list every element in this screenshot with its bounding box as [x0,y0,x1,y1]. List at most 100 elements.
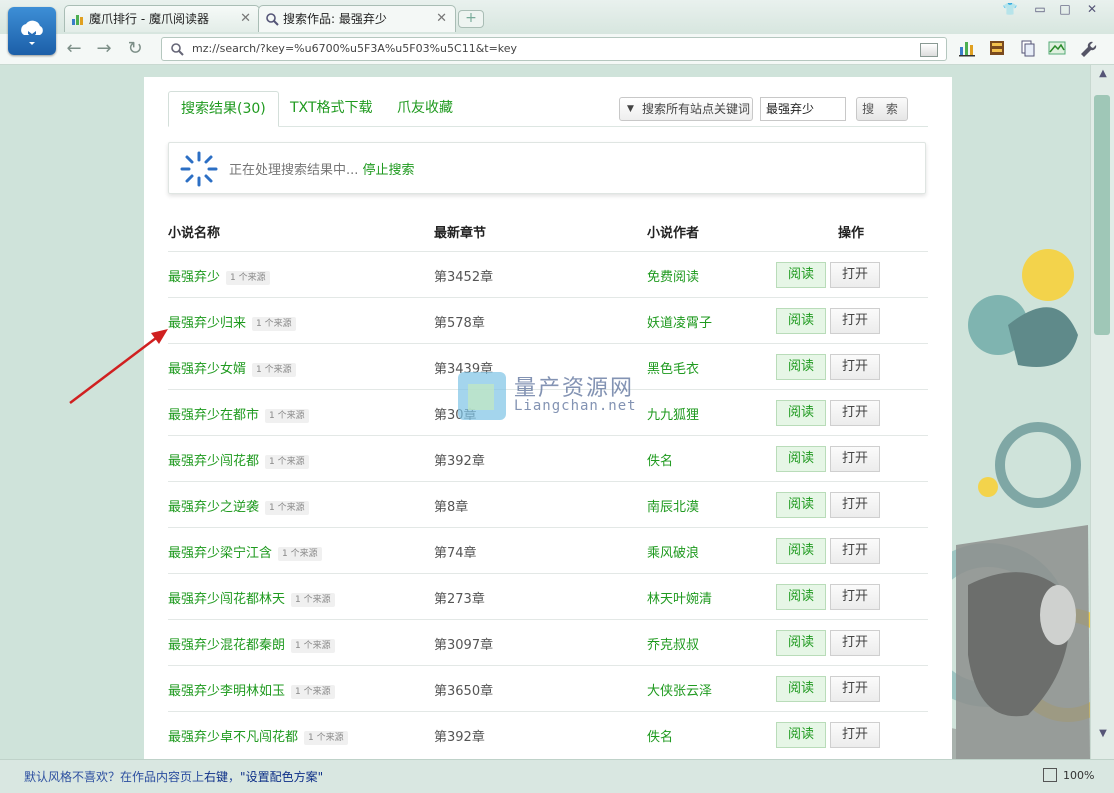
back-icon[interactable]: ← [62,37,86,61]
novel-name-link[interactable]: 最强弃少闯花都 1 个来源 [168,450,309,469]
source-count-badge: 1 个来源 [291,685,335,699]
keyword-input[interactable]: 最强弃少 [760,97,846,121]
open-button[interactable]: 打开 [830,262,880,288]
header-author: 小说作者 [647,226,700,241]
latest-chapter: 第392章 [434,730,485,745]
stop-search-link[interactable]: 停止搜索 [363,163,415,178]
source-count-badge: 1 个来源 [265,409,309,423]
latest-chapter: 第74章 [434,546,477,561]
read-button[interactable]: 阅读 [776,400,826,426]
open-button[interactable]: 打开 [830,538,880,564]
table-row: 最强弃少混花都秦朗 1 个来源 第3097章 乔克叔叔 阅读 打开 [168,619,928,666]
status-text: 正在处理搜索结果中... 停止搜索 [229,163,415,178]
source-count-badge: 1 个来源 [291,593,335,607]
author-link[interactable]: 南辰北漠 [647,496,699,515]
zoom-level[interactable]: 100% [1063,769,1094,782]
open-button[interactable]: 打开 [830,676,880,702]
address-bar[interactable]: mz://search/?key=%u6700%u5F3A%u5F03%u5C1… [161,37,947,61]
search-icon [171,43,184,56]
zoom-icon[interactable] [1043,768,1057,782]
source-count-badge: 1 个来源 [278,547,322,561]
open-button[interactable]: 打开 [830,722,880,748]
read-button[interactable]: 阅读 [776,630,826,656]
maximize-icon[interactable]: □ [1055,2,1075,16]
page-mode-icon[interactable] [920,43,938,57]
table-row: 最强弃少 1 个来源 第3452章 免费阅读 阅读 打开 [168,251,928,298]
read-button[interactable]: 阅读 [776,262,826,288]
app-logo[interactable] [8,7,56,55]
scroll-up-icon[interactable]: ▲ [1091,65,1114,83]
author-link[interactable]: 林天叶婉清 [647,588,712,607]
tab-txt-download[interactable]: TXT格式下载 [290,97,372,117]
tab-friend-favorites[interactable]: 爪友收藏 [397,97,453,117]
novel-name-link[interactable]: 最强弃少之逆袭 1 个来源 [168,496,309,515]
latest-chapter: 第392章 [434,454,485,469]
author-link[interactable]: 佚名 [647,450,673,469]
author-link[interactable]: 乘风破浪 [647,542,699,561]
bookshelf-icon[interactable] [987,38,1007,58]
read-button[interactable]: 阅读 [776,538,826,564]
annotation-arrow [69,329,168,404]
table-row: 最强弃少卓不凡闯花都 1 个来源 第392章 佚名 阅读 打开 [168,711,928,758]
watermark-logo-icon [458,372,506,420]
close-icon[interactable]: ✕ [436,6,447,32]
tab-ranking[interactable]: 魔爪排行 - 魔爪阅读器 ✕ [64,5,260,32]
table-row: 最强弃少归来 1 个来源 第578章 妖道凌霄子 阅读 打开 [168,297,928,344]
vertical-scrollbar[interactable]: ▲ ▼ [1090,65,1114,759]
search-icon [266,13,279,26]
table-row: 最强弃少之逆袭 1 个来源 第8章 南辰北漠 阅读 打开 [168,481,928,528]
read-button[interactable]: 阅读 [776,446,826,472]
open-button[interactable]: 打开 [830,446,880,472]
watermark-url: Liangchan.net [514,398,637,414]
latest-chapter: 第3097章 [434,638,494,653]
open-button[interactable]: 打开 [830,354,880,380]
search-button[interactable]: 搜 索 [856,97,908,121]
close-window-icon[interactable]: ✕ [1082,2,1102,16]
style-tip[interactable]: 默认风格不喜欢？在作品内容页上右键，"设置配色方案" [24,768,323,785]
open-button[interactable]: 打开 [830,584,880,610]
author-link[interactable]: 佚名 [647,726,673,745]
novel-name-link[interactable]: 最强弃少混花都秦朗 1 个来源 [168,634,335,653]
scroll-down-icon[interactable]: ▼ [1091,725,1114,743]
watermark: 量产资源网 Liangchan.net [456,370,656,422]
settings-wrench-icon[interactable] [1077,38,1097,58]
source-count-badge: 1 个来源 [291,639,335,653]
novel-name-link[interactable]: 最强弃少卓不凡闯花都 1 个来源 [168,726,348,745]
scrollbar-thumb[interactable] [1094,95,1110,335]
author-link[interactable]: 妖道凌霄子 [647,312,712,331]
new-tab-button[interactable]: + [458,10,484,28]
refresh-icon[interactable]: ↻ [123,37,147,61]
nav-bar: ← → ↻ mz://search/?key=%u6700%u5F3A%u5F0… [0,34,1114,65]
read-button[interactable]: 阅读 [776,676,826,702]
source-count-badge: 1 个来源 [252,363,296,377]
skin-icon[interactable]: 👕 [1000,2,1020,16]
minimize-icon[interactable]: ▭ [1030,2,1050,16]
author-link[interactable]: 大侠张云泽 [647,680,712,699]
search-scope-dropdown[interactable]: ▼ 搜索所有站点关键词 [619,97,753,121]
open-button[interactable]: 打开 [830,630,880,656]
pages-icon[interactable] [1018,38,1038,58]
forward-icon[interactable]: → [92,37,116,61]
open-button[interactable]: 打开 [830,492,880,518]
open-button[interactable]: 打开 [830,400,880,426]
read-button[interactable]: 阅读 [776,308,826,334]
read-button[interactable]: 阅读 [776,354,826,380]
read-button[interactable]: 阅读 [776,492,826,518]
processing-status: 正在处理搜索结果中... 停止搜索 [168,142,926,194]
title-bar: 魔爪排行 - 魔爪阅读器 ✕ 搜索作品: 最强弃少 ✕ + 👕 ▭ □ ✕ [0,0,1114,34]
close-icon[interactable]: ✕ [240,6,251,32]
novel-name-link[interactable]: 最强弃少梁宁江含 1 个来源 [168,542,322,561]
novel-name-link[interactable]: 最强弃少闯花都林天 1 个来源 [168,588,335,607]
latest-chapter: 第273章 [434,592,485,607]
ranking-icon[interactable] [957,38,977,58]
table-row: 最强弃少李明林如玉 1 个来源 第3650章 大侠张云泽 阅读 打开 [168,665,928,712]
tab-search[interactable]: 搜索作品: 最强弃少 ✕ [258,5,456,32]
author-link[interactable]: 免费阅读 [647,266,699,285]
image-icon[interactable] [1047,38,1067,58]
read-button[interactable]: 阅读 [776,722,826,748]
open-button[interactable]: 打开 [830,308,880,334]
author-link[interactable]: 乔克叔叔 [647,634,699,653]
read-button[interactable]: 阅读 [776,584,826,610]
novel-name-link[interactable]: 最强弃少李明林如玉 1 个来源 [168,680,335,699]
url-text[interactable]: mz://search/?key=%u6700%u5F3A%u5F03%u5C1… [192,38,517,60]
